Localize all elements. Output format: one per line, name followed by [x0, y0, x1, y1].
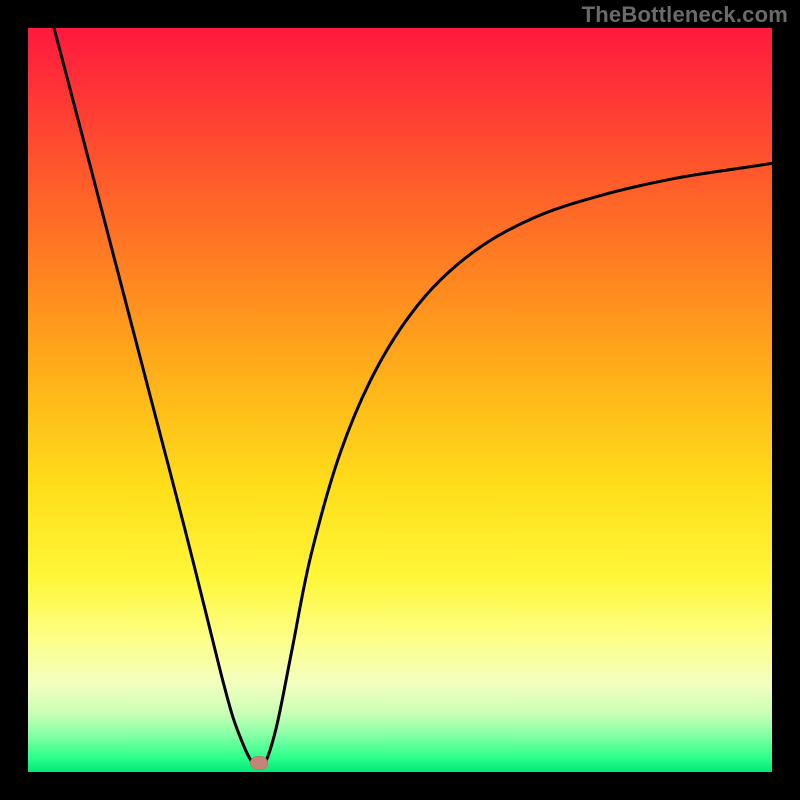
- min-marker: [250, 756, 268, 770]
- gradient-background: [28, 28, 772, 772]
- watermark-text: TheBottleneck.com: [582, 2, 788, 28]
- plot-area: [28, 28, 772, 772]
- chart-frame: TheBottleneck.com: [0, 0, 800, 800]
